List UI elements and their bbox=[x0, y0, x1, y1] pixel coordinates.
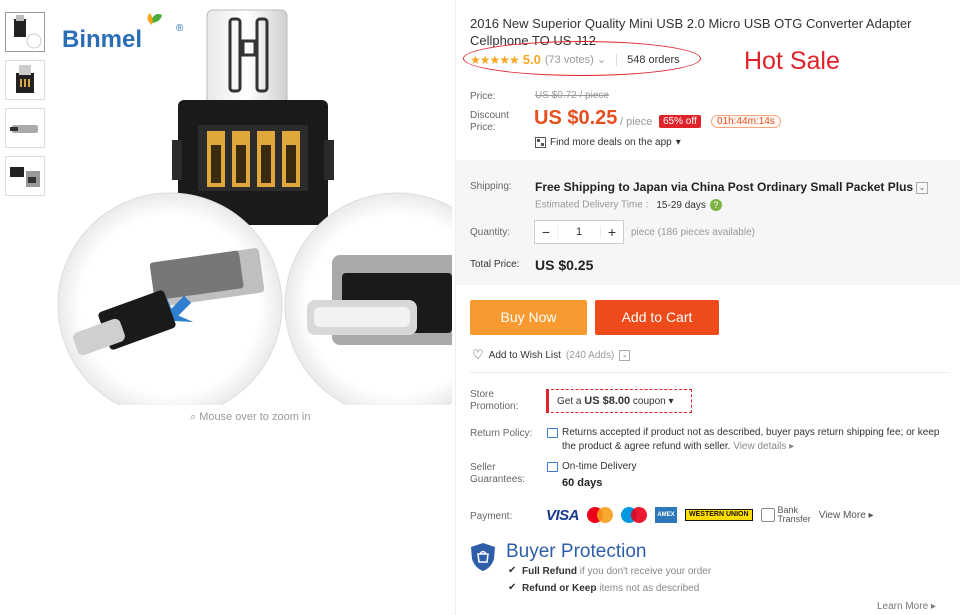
discount-label: Discount Price: bbox=[470, 110, 509, 133]
coupon-button[interactable]: Get a US $8.00 coupon ▾ bbox=[546, 389, 692, 413]
return-policy-text: Returns accepted if product not as descr… bbox=[562, 427, 940, 452]
visa-icon: VISA bbox=[546, 506, 580, 524]
price-label: Price: bbox=[470, 91, 496, 102]
quantity-stepper[interactable]: − 1 + bbox=[534, 220, 624, 244]
buy-now-button[interactable]: Buy Now bbox=[470, 300, 587, 335]
order-options-panel bbox=[456, 160, 960, 285]
delivery-estimate: Estimated Delivery Time :15-29 days? bbox=[535, 199, 722, 211]
brand-logo: Binmel ® bbox=[62, 13, 184, 53]
divider bbox=[470, 372, 950, 373]
amex-icon: AMEX bbox=[655, 507, 678, 523]
thumbnail-2[interactable] bbox=[5, 60, 45, 100]
hot-sale-annotation: Hot Sale bbox=[744, 47, 840, 75]
shield-icon bbox=[471, 543, 495, 571]
help-icon[interactable]: ? bbox=[709, 199, 722, 211]
payment-label: Payment: bbox=[470, 511, 513, 522]
thumbnail-1[interactable] bbox=[5, 12, 45, 52]
app-deals-link[interactable]: Find more deals on the app ▾ bbox=[535, 137, 681, 148]
thumbnail-4[interactable] bbox=[5, 156, 45, 196]
mastercard-icon bbox=[587, 507, 614, 523]
chevron-down-icon: ▾ bbox=[668, 396, 674, 407]
ontime-delivery: On-time Delivery bbox=[562, 461, 637, 472]
view-more-link[interactable]: View More ▸ bbox=[819, 510, 874, 521]
guarantee-days: 60 days bbox=[562, 477, 603, 489]
dropdown-icon[interactable]: ⌄ bbox=[916, 181, 929, 194]
wishlist-link[interactable]: ♡ Add to Wish List (240 Adds) ⌄ bbox=[472, 347, 631, 363]
zoom-hint: ⌕ Mouse over to zoom in bbox=[190, 411, 311, 423]
protection-refund-keep: Refund or Keep items not as described bbox=[522, 583, 700, 594]
svg-text:®: ® bbox=[176, 23, 184, 34]
payment-methods: VISA AMEX WESTERN UNION Bank Transfer Vie… bbox=[546, 506, 874, 524]
store-promotion-label: Store Promotion: bbox=[470, 389, 519, 412]
check-icon: ✔ bbox=[508, 565, 517, 576]
thumbnail-3[interactable] bbox=[5, 108, 45, 148]
truck-icon bbox=[547, 462, 558, 472]
heart-icon: ♡ bbox=[472, 347, 484, 362]
discount-badge: 65% off bbox=[659, 115, 701, 128]
shipping-method[interactable]: Free Shipping to Japan via China Post Or… bbox=[535, 180, 929, 194]
quantity-label: Quantity: bbox=[470, 227, 511, 238]
add-to-cart-button[interactable]: Add to Cart bbox=[595, 300, 719, 335]
stock-available: piece (186 pieces available) bbox=[631, 227, 755, 238]
view-details-link[interactable]: View details ▸ bbox=[733, 441, 794, 452]
divider bbox=[455, 0, 456, 615]
western-union-icon: WESTERN UNION bbox=[685, 509, 753, 521]
maestro-icon bbox=[621, 507, 648, 523]
chevron-down-icon: ▾ bbox=[675, 137, 681, 148]
shipping-label: Shipping: bbox=[470, 181, 512, 192]
check-icon: ✔ bbox=[508, 582, 517, 593]
dropdown-icon[interactable]: ⌄ bbox=[619, 349, 631, 361]
protection-full-refund: Full Refund if you don't receive your or… bbox=[522, 566, 712, 577]
learn-more-link[interactable]: Learn More ▸ bbox=[877, 601, 936, 612]
discount-price: US $0.25 bbox=[534, 107, 618, 129]
annotation-ellipse bbox=[463, 41, 701, 76]
calendar-icon bbox=[547, 428, 558, 438]
quantity-input[interactable]: 1 bbox=[557, 226, 601, 238]
buyer-protection-title: Buyer Protection bbox=[506, 541, 647, 562]
bank-transfer-icon: Bank Transfer bbox=[760, 506, 811, 524]
increase-button[interactable]: + bbox=[601, 224, 623, 240]
magnifier-icon: ⌕ bbox=[190, 411, 200, 423]
total-label: Total Price: bbox=[470, 259, 520, 270]
thumbnail-list bbox=[5, 12, 47, 204]
total-price: US $0.25 bbox=[535, 257, 594, 273]
return-policy-label: Return Policy: bbox=[470, 428, 533, 439]
qr-code-icon bbox=[535, 137, 546, 148]
product-image[interactable]: Binmel ® bbox=[52, 5, 452, 405]
seller-guarantees-label: Seller Guarantees: bbox=[470, 462, 526, 485]
per-piece: / piece bbox=[620, 116, 653, 128]
original-price: US $0.72 / piece bbox=[535, 90, 609, 101]
logo-text: Binmel bbox=[62, 26, 142, 53]
countdown-timer: 01h:44m:14s bbox=[711, 115, 781, 128]
decrease-button[interactable]: − bbox=[535, 224, 557, 240]
